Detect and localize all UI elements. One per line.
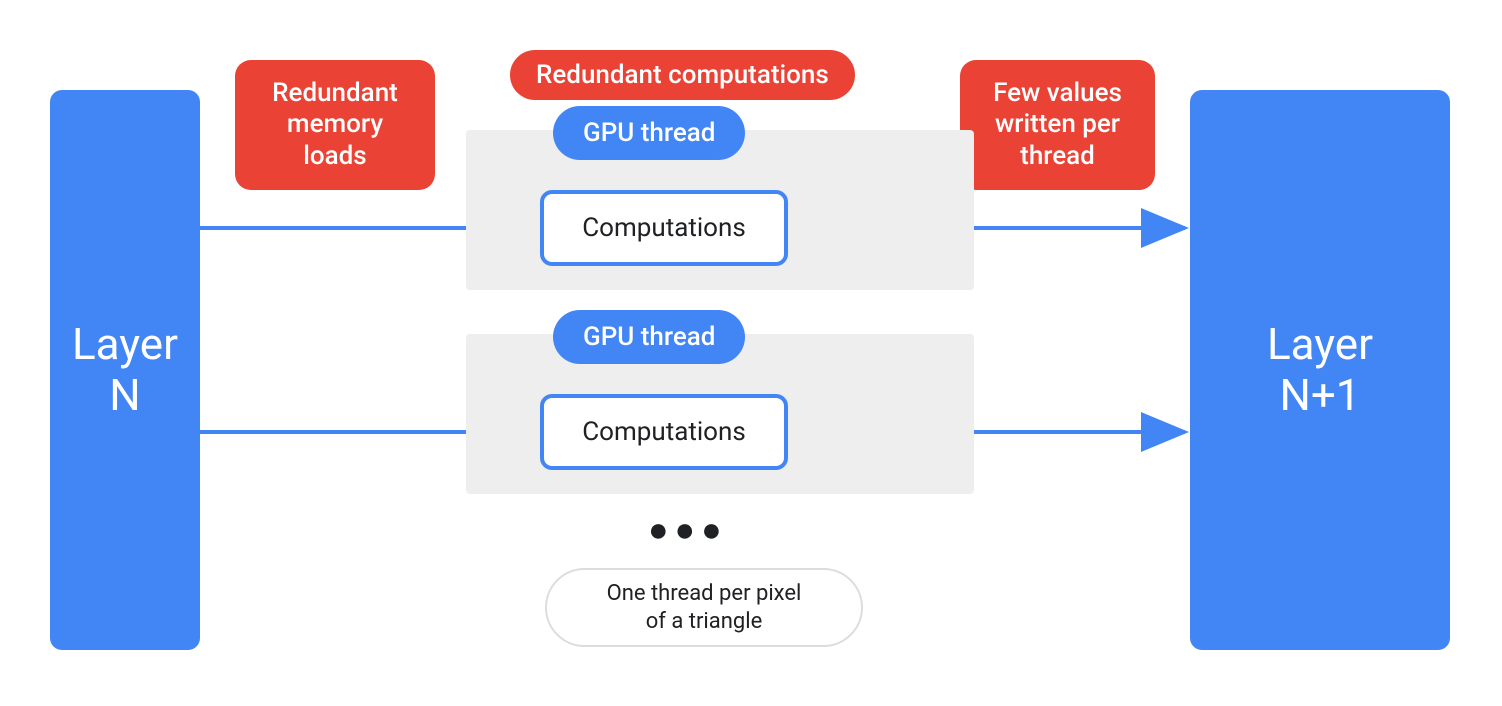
- layer-n-box: Layer N: [50, 90, 200, 650]
- layer-n1-label: Layer N+1: [1267, 319, 1373, 420]
- one-thread-per-pixel-label: One thread per pixel of a triangle: [545, 568, 863, 647]
- gpu-thread-label-2: GPU thread: [553, 310, 745, 364]
- computations-box-1: Computations: [540, 190, 788, 266]
- layer-n-label: Layer N: [72, 319, 178, 420]
- redundant-memory-loads-label: Redundant memory loads: [235, 60, 435, 190]
- computations-box-2: Computations: [540, 394, 788, 470]
- ellipsis-dots: ●●●: [648, 510, 728, 550]
- few-values-label: Few values written per thread: [960, 60, 1155, 190]
- gpu-thread-label-1: GPU thread: [553, 106, 745, 160]
- layer-n1-box: Layer N+1: [1190, 90, 1450, 650]
- redundant-computations-label: Redundant computations: [510, 50, 855, 100]
